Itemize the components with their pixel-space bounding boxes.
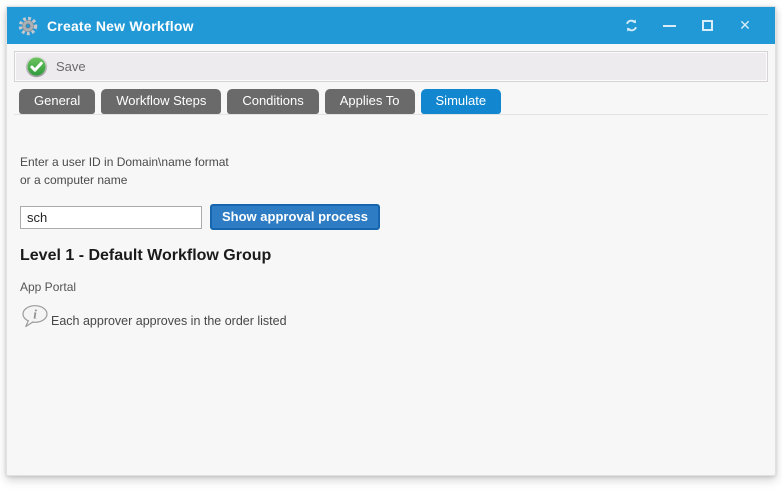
simulate-input-row: Show approval process xyxy=(20,204,762,230)
info-note-row: i Each approver approves in the order li… xyxy=(20,304,762,330)
save-check-icon xyxy=(25,55,48,78)
simulate-instructions: Enter a user ID in Domain\name format or… xyxy=(20,153,762,189)
save-label: Save xyxy=(56,59,86,74)
tab-simulate[interactable]: Simulate xyxy=(421,89,502,114)
create-new-workflow-window: Create New Workflow ✕ xyxy=(6,6,776,476)
minimize-button[interactable] xyxy=(650,11,688,41)
close-icon: ✕ xyxy=(739,17,751,34)
close-button[interactable]: ✕ xyxy=(726,11,764,41)
minimize-icon xyxy=(663,25,676,27)
level-heading: Level 1 - Default Workflow Group xyxy=(20,247,762,265)
user-id-input[interactable] xyxy=(20,206,202,229)
save-button[interactable]: Save xyxy=(25,55,86,78)
show-approval-process-button[interactable]: Show approval process xyxy=(210,204,380,230)
save-toolbar: Save xyxy=(14,51,768,82)
tab-general[interactable]: General xyxy=(19,89,95,114)
window-controls: ✕ xyxy=(612,11,764,41)
tab-strip: GeneralWorkflow StepsConditions Applies T… xyxy=(14,89,768,115)
tab-workflow-steps[interactable]: Workflow Steps xyxy=(101,89,221,114)
maximize-button[interactable] xyxy=(688,11,726,41)
info-bubble-icon: i xyxy=(20,304,50,330)
refresh-button[interactable] xyxy=(612,11,650,41)
tab-conditions[interactable]: Conditions xyxy=(227,89,318,114)
window-body: Save GeneralWorkflow StepsConditions Appl… xyxy=(7,44,775,475)
workflow-group-name: App Portal xyxy=(20,280,762,294)
window-title: Create New Workflow xyxy=(47,18,194,34)
maximize-icon xyxy=(702,20,713,31)
title-bar: Create New Workflow ✕ xyxy=(7,7,775,44)
simulate-panel: Enter a user ID in Domain\name format or… xyxy=(14,115,768,475)
tab-applies-to[interactable]: Applies To xyxy=(325,89,415,114)
gear-icon xyxy=(18,16,38,36)
svg-text:i: i xyxy=(33,307,37,322)
refresh-icon xyxy=(624,18,639,33)
info-note-text: Each approver approves in the order list… xyxy=(51,314,287,330)
